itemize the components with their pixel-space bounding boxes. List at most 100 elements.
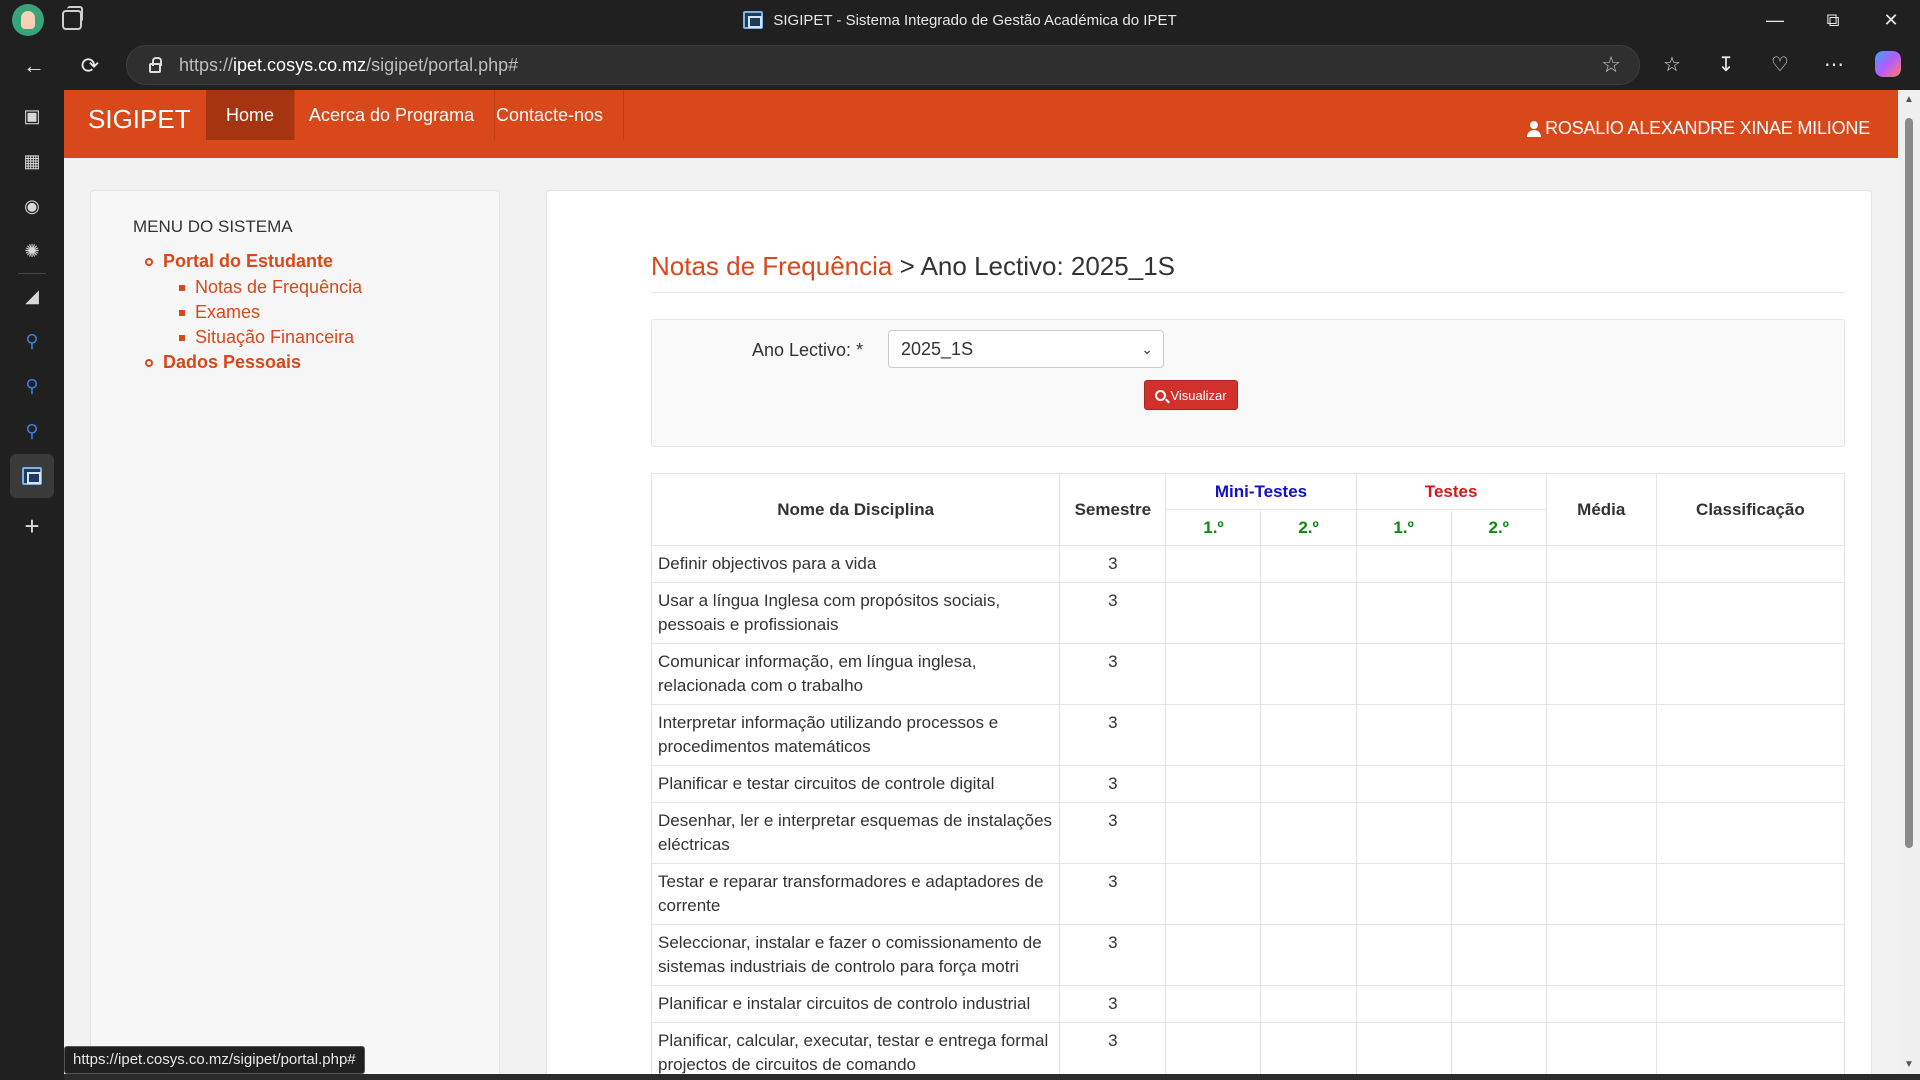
- chevron-down-icon: ⌄: [1141, 341, 1153, 357]
- average-cell: [1545, 985, 1657, 1023]
- classification-cell: [1655, 545, 1846, 583]
- scrollbar-thumb[interactable]: [1905, 118, 1913, 848]
- download-icon[interactable]: ↧: [1710, 48, 1742, 80]
- table-row: Usar a língua Inglesa com propósitos soc…: [650, 582, 1846, 644]
- classification-cell: [1655, 802, 1846, 864]
- user-menu[interactable]: ROSALIO ALEXANDRE XINAE MILIONE: [1527, 118, 1870, 139]
- grades-table: Nome da Disciplina Semestre Mini-Testes …: [650, 473, 1846, 1074]
- search-shortcut-icon[interactable]: ⚲: [16, 325, 48, 357]
- menu-notas-frequencia[interactable]: Notas de Frequência: [179, 277, 362, 298]
- brand-logo[interactable]: SIGIPET: [88, 90, 191, 148]
- test-1-cell: [1355, 1022, 1452, 1074]
- mini-1-cell: [1165, 582, 1262, 644]
- average-cell: [1545, 924, 1657, 986]
- close-window-button[interactable]: ✕: [1862, 0, 1920, 40]
- test-1-cell: [1355, 863, 1452, 925]
- header-tests: Testes: [1355, 473, 1547, 510]
- minimize-button[interactable]: —: [1746, 0, 1804, 40]
- classification-cell: [1655, 1022, 1846, 1074]
- mini-2-cell: [1260, 985, 1357, 1023]
- chatgpt-icon[interactable]: ✺: [16, 235, 48, 267]
- mini-2-cell: [1260, 1022, 1357, 1074]
- header-average: Média: [1545, 473, 1657, 546]
- status-bar-link: https://ipet.cosys.co.mz/sigipet/portal.…: [64, 1046, 365, 1074]
- test-1-cell: [1355, 802, 1452, 864]
- sigipet-app-icon[interactable]: [10, 454, 54, 498]
- test-2-cell: [1450, 545, 1547, 583]
- scrollbar[interactable]: ▲ ▼: [1898, 90, 1920, 1074]
- mini-2-cell: [1260, 582, 1357, 644]
- main-panel: Notas de Frequência > Ano Lectivo: 2025_…: [546, 190, 1872, 1074]
- mini-2-cell: [1260, 545, 1357, 583]
- test-2-cell: [1450, 582, 1547, 644]
- site-favicon-icon: [743, 11, 764, 29]
- menu-situacao-financeira[interactable]: Situação Financeira: [179, 327, 354, 348]
- discipline-name: Interpretar informação utilizando proces…: [650, 704, 1061, 766]
- test-2-cell: [1450, 765, 1547, 803]
- classification-cell: [1655, 924, 1846, 986]
- favorites-icon[interactable]: ☆: [1656, 48, 1688, 80]
- semester-cell: 3: [1059, 643, 1167, 705]
- average-cell: [1545, 704, 1657, 766]
- test-2-cell: [1450, 863, 1547, 925]
- table-row: Planificar e testar circuitos de control…: [650, 765, 1846, 803]
- mini-1-cell: [1165, 985, 1262, 1023]
- menu-portal-estudante[interactable]: Portal do Estudante: [145, 251, 333, 272]
- browser-essentials-icon[interactable]: ♡: [1764, 48, 1796, 80]
- menu-dados-pessoais[interactable]: Dados Pessoais: [145, 352, 301, 373]
- add-icon[interactable]: +: [16, 510, 48, 542]
- refresh-icon[interactable]: ⟳: [74, 50, 106, 82]
- test-2-cell: [1450, 704, 1547, 766]
- average-cell: [1545, 582, 1657, 644]
- semester-cell: 3: [1059, 582, 1167, 644]
- page-title: Notas de Frequência > Ano Lectivo: 2025_…: [651, 251, 1175, 281]
- classification-cell: [1655, 704, 1846, 766]
- menu-home[interactable]: Home: [206, 90, 296, 140]
- menu-contact[interactable]: Contacte-nos: [476, 90, 625, 140]
- table-row: Desenhar, ler e interpretar esquemas de …: [650, 802, 1846, 864]
- app-shortcut-icon[interactable]: ◢: [16, 280, 48, 312]
- semester-cell: 3: [1059, 765, 1167, 803]
- test-2-cell: [1450, 985, 1547, 1023]
- user-icon: [1527, 120, 1542, 137]
- back-arrow-icon[interactable]: ←: [18, 50, 50, 82]
- window-title: SIGIPET - Sistema Integrado de Gestão Ac…: [773, 11, 1177, 29]
- discipline-name: Usar a língua Inglesa com propósitos soc…: [650, 582, 1061, 644]
- mini-2-cell: [1260, 765, 1357, 803]
- test-1-cell: [1355, 704, 1452, 766]
- breadcrumb-link[interactable]: Notas de Frequência: [651, 251, 892, 281]
- classification-cell: [1655, 582, 1846, 644]
- address-bar[interactable]: https://ipet.cosys.co.mz/sigipet/portal.…: [126, 45, 1640, 85]
- github-icon[interactable]: ◉: [16, 190, 48, 222]
- menu-exames[interactable]: Exames: [179, 302, 260, 323]
- extension-icon[interactable]: ▦: [16, 145, 48, 177]
- vertical-tabs-icon[interactable]: ▣: [16, 100, 48, 132]
- browser-toolbar: ← ⟳ https://ipet.cosys.co.mz/sigipet/por…: [0, 40, 1920, 90]
- test-1-cell: [1355, 924, 1452, 986]
- header-test-1: 1.º: [1355, 509, 1452, 546]
- semester-cell: 3: [1059, 985, 1167, 1023]
- table-row: Interpretar informação utilizando proces…: [650, 704, 1846, 766]
- test-1-cell: [1355, 545, 1452, 583]
- header-discipline: Nome da Disciplina: [650, 473, 1061, 546]
- restore-button[interactable]: ⧉: [1804, 0, 1862, 40]
- menu-about[interactable]: Acerca do Programa: [289, 90, 496, 140]
- classification-cell: [1655, 985, 1846, 1023]
- more-options-icon[interactable]: ⋯: [1818, 48, 1850, 80]
- test-1-cell: [1355, 985, 1452, 1023]
- test-1-cell: [1355, 643, 1452, 705]
- table-row: Seleccionar, instalar e fazer o comissio…: [650, 924, 1846, 986]
- mini-2-cell: [1260, 643, 1357, 705]
- system-menu-title: MENU DO SISTEMA: [133, 217, 293, 236]
- table-row: Planificar, calcular, executar, testar e…: [650, 1022, 1846, 1074]
- year-select[interactable]: 2025_1S ⌄: [888, 330, 1164, 368]
- discipline-name: Planificar e testar circuitos de control…: [650, 765, 1061, 803]
- average-cell: [1545, 1022, 1657, 1074]
- search-shortcut-icon[interactable]: ⚲: [16, 370, 48, 402]
- search-shortcut-icon[interactable]: ⚲: [16, 415, 48, 447]
- url-text[interactable]: https://ipet.cosys.co.mz/sigipet/portal.…: [179, 55, 518, 76]
- favorite-star-icon[interactable]: ☆: [1601, 52, 1621, 78]
- copilot-icon[interactable]: [1872, 48, 1904, 80]
- visualizar-button[interactable]: Visualizar: [1144, 380, 1238, 410]
- lock-icon[interactable]: [149, 56, 162, 73]
